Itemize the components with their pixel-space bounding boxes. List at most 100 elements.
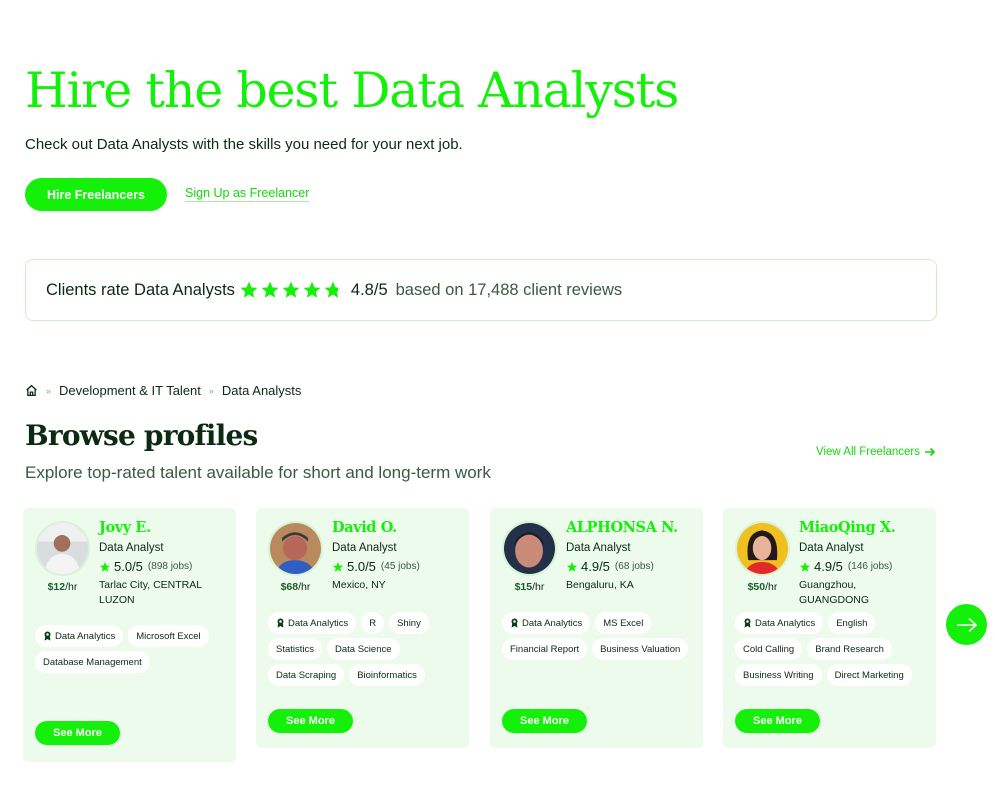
skill-chip[interactable]: Data Analytics <box>35 625 124 647</box>
skill-label: Data Scraping <box>276 669 337 681</box>
freelancer-score: 4.9/5 (68 jobs) <box>566 559 654 574</box>
skill-chip[interactable]: Business Writing <box>735 664 822 686</box>
see-more-button[interactable]: See More <box>735 709 820 733</box>
breadcrumb-separator: » <box>46 385 52 396</box>
skill-label: Business Valuation <box>600 643 681 655</box>
freelancer-name[interactable]: David O. <box>332 519 397 536</box>
avatar <box>268 521 323 576</box>
skill-chip[interactable]: Statistics <box>268 638 323 660</box>
profile-card[interactable]: $68/hr David O. Data Analyst 5.0/5 (45 j… <box>256 508 469 748</box>
browse-profiles-subtitle: Explore top-rated talent available for s… <box>25 463 491 482</box>
freelancer-name[interactable]: MiaoQing X. <box>799 519 896 536</box>
see-more-button[interactable]: See More <box>268 709 353 733</box>
freelancer-location: Guangzhou, GUANGDONG <box>799 579 870 606</box>
hourly-rate: $50 <box>747 581 766 593</box>
skill-chip[interactable]: Direct Marketing <box>826 664 912 686</box>
skill-chip[interactable]: Shiny <box>389 612 429 634</box>
page-title: Hire the best Data Analysts <box>25 62 679 119</box>
freelancer-role: Data Analyst <box>99 542 164 554</box>
breadcrumb-separator: » <box>208 385 214 396</box>
jobs-count: (68 jobs) <box>614 561 654 572</box>
skill-chip[interactable]: Microsoft Excel <box>128 625 209 647</box>
skill-label: Bioinformatics <box>357 669 417 681</box>
skill-chip[interactable]: Bioinformatics <box>349 664 425 686</box>
score-value: 5.0/5 <box>114 559 143 574</box>
skill-label: MS Excel <box>603 617 644 629</box>
skill-chip[interactable]: MS Excel <box>595 612 652 634</box>
freelancer-location: Tarlac City, CENTRAL LUZON <box>99 579 202 606</box>
skill-chip[interactable]: Financial Report <box>502 638 588 660</box>
score-value: 4.9/5 <box>581 559 610 574</box>
rating-star-icon <box>282 281 300 298</box>
freelancer-location: Mexico, NY <box>332 579 386 591</box>
client-rating-banner: Clients rate Data Analysts 4.8/5 based o… <box>25 259 937 321</box>
see-more-button[interactable]: See More <box>502 709 587 733</box>
star-icon <box>800 561 810 572</box>
skill-chip[interactable]: R <box>361 612 385 634</box>
hire-freelancers-button[interactable]: Hire Freelancers <box>25 178 167 211</box>
skill-chip[interactable]: Data Analytics <box>735 612 824 634</box>
skill-label: Shiny <box>397 617 421 629</box>
freelancer-name[interactable]: ALPHONSA N. <box>566 519 678 536</box>
score-value: 5.0/5 <box>347 559 376 574</box>
rating-score: 4.8/5 <box>350 280 388 299</box>
jobs-count: (146 jobs) <box>847 561 893 572</box>
skill-chip[interactable]: Cold Calling <box>735 638 803 660</box>
skill-label: Statistics <box>276 643 315 655</box>
skill-label: Data Science <box>335 643 392 655</box>
avatar <box>502 521 557 576</box>
skill-chip[interactable]: Brand Research <box>807 638 892 660</box>
award-badge-icon <box>277 618 284 628</box>
freelancer-location: Bengaluru, KA <box>566 579 634 591</box>
rate-unit: /hr <box>765 581 778 593</box>
rate-unit: /hr <box>532 581 545 593</box>
rating-star-icon <box>240 281 258 298</box>
star-icon <box>100 561 110 572</box>
see-more-button[interactable]: See More <box>35 721 120 745</box>
freelancer-role: Data Analyst <box>332 542 397 554</box>
rating-label: Clients rate Data Analysts <box>46 280 235 299</box>
star-icon <box>567 561 577 572</box>
award-badge-icon <box>44 631 51 641</box>
skill-chip[interactable]: Data Analytics <box>268 612 357 634</box>
profile-card[interactable]: $15/hr ALPHONSA N. Data Analyst 4.9/5 (6… <box>490 508 703 748</box>
hourly-rate: $68 <box>280 581 299 593</box>
arrow-right-icon <box>924 447 936 457</box>
freelancer-role: Data Analyst <box>799 542 864 554</box>
skill-label: Brand Research <box>815 643 884 655</box>
rating-reviews: based on 17,488 client reviews <box>395 280 623 299</box>
skill-chip[interactable]: Business Valuation <box>592 638 689 660</box>
freelancer-score: 4.9/5 (146 jobs) <box>799 559 892 574</box>
jobs-count: (898 jobs) <box>147 561 193 572</box>
score-value: 4.9/5 <box>814 559 843 574</box>
carousel-next-button[interactable] <box>946 604 987 645</box>
skill-label: Data Analytics <box>522 617 583 629</box>
freelancer-name[interactable]: Jovy E. <box>99 519 151 536</box>
sign-up-freelancer-link[interactable]: Sign Up as Freelancer <box>185 186 310 202</box>
skill-chip[interactable]: Data Analytics <box>502 612 591 634</box>
view-all-freelancers-link[interactable]: View All Freelancers <box>816 446 936 458</box>
hourly-rate: $12 <box>47 581 66 593</box>
skill-chip[interactable]: Database Management <box>35 651 150 673</box>
skill-label: English <box>836 617 868 629</box>
breadcrumb-development-it[interactable]: Development & IT Talent <box>59 383 201 398</box>
profile-card[interactable]: $12/hr Jovy E. Data Analyst 5.0/5 (898 j… <box>23 508 236 762</box>
skill-chip[interactable]: Data Science <box>327 638 400 660</box>
home-icon[interactable] <box>25 384 38 397</box>
award-badge-icon <box>744 618 751 628</box>
view-all-label: View All Freelancers <box>816 446 920 458</box>
profile-card[interactable]: $50/hr MiaoQing X. Data Analyst 4.9/5 (1… <box>723 508 936 748</box>
skill-label: Data Analytics <box>55 630 116 642</box>
hourly-rate: $15 <box>514 581 533 593</box>
skill-chip[interactable]: Data Scraping <box>268 664 345 686</box>
skill-label: Cold Calling <box>743 643 795 655</box>
jobs-count: (45 jobs) <box>380 561 420 572</box>
arrow-right-icon <box>956 617 977 632</box>
skill-label: Microsoft Excel <box>136 630 201 642</box>
rate-unit: /hr <box>65 581 78 593</box>
skill-label: Data Analytics <box>755 617 816 629</box>
avatar <box>35 521 90 576</box>
skill-chip[interactable]: English <box>828 612 876 634</box>
freelancer-role: Data Analyst <box>566 542 631 554</box>
skill-label: Direct Marketing <box>834 669 904 681</box>
